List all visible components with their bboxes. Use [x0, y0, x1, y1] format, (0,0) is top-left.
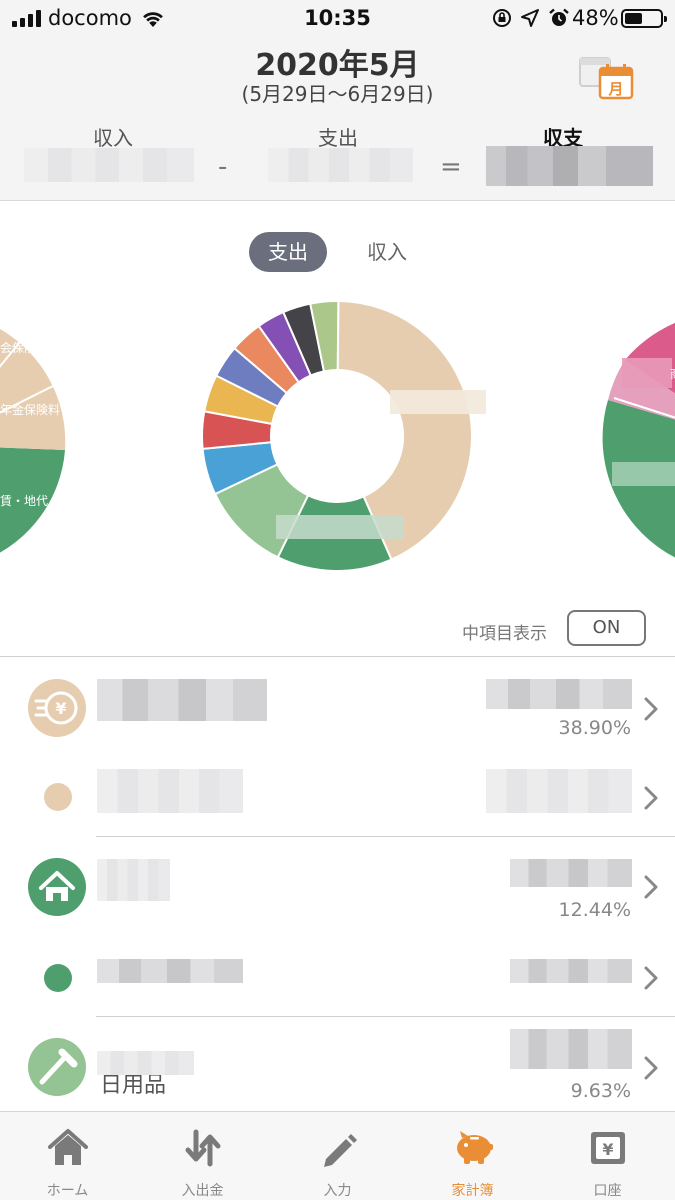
equals-sign: =	[440, 152, 462, 182]
chevron-right-icon	[644, 1056, 658, 1080]
income-amount-redacted	[24, 148, 194, 182]
calendar-month-glyph: 月	[607, 80, 623, 98]
chevron-right-icon	[644, 786, 658, 810]
chevron-right-icon	[644, 697, 658, 721]
list-item[interactable]	[0, 929, 675, 1017]
prev-pie-label-3: 賃・地代	[0, 493, 48, 508]
next-pie-label: 商	[670, 366, 675, 381]
subcategory-name-redacted	[97, 959, 243, 983]
amount-redacted	[510, 859, 632, 887]
category-name-redacted	[97, 1051, 194, 1075]
alarm-icon	[549, 8, 569, 26]
transfer-icon	[185, 1129, 221, 1167]
amount-redacted	[510, 959, 632, 983]
location-icon	[521, 9, 539, 27]
tab-household-label: 家計簿	[451, 1183, 494, 1199]
tab-bar: ホーム 入出金 入力 家計簿 ¥ 口座	[0, 1111, 675, 1200]
svg-text:¥: ¥	[55, 699, 66, 718]
amount-redacted	[510, 1029, 632, 1069]
category-name-redacted	[97, 859, 170, 901]
tab-input[interactable]: 入力	[270, 1112, 405, 1200]
minus-sign: -	[218, 152, 228, 182]
calendar-icon: 月	[579, 57, 634, 100]
balance-amount-redacted	[486, 146, 653, 186]
category-percent: 38.90%	[558, 717, 631, 739]
piggybank-icon	[457, 1131, 493, 1164]
subcategory-toggle-button[interactable]: ON	[567, 610, 646, 646]
chevron-right-icon	[644, 875, 658, 899]
expense-amount-redacted	[268, 148, 413, 182]
money-icon: ¥	[28, 679, 86, 737]
dot-icon	[44, 964, 72, 992]
rotation-lock-icon	[493, 9, 511, 27]
home-icon	[28, 858, 86, 916]
tab-accounts[interactable]: ¥ 口座	[540, 1112, 675, 1200]
summary-header: 2020年5月 (5月29日〜6月29日) 月 収入 支出 収支 - =	[0, 36, 675, 201]
tab-transactions-label: 入出金	[181, 1183, 224, 1199]
subcategory-name-redacted	[97, 769, 243, 813]
home-icon	[48, 1129, 88, 1165]
tab-home-label: ホーム	[46, 1183, 89, 1199]
chart-carousel[interactable]: 会保険 年金保険料 賃・地代 商	[0, 280, 675, 600]
prev-pie-label-2: 年金保険料	[0, 402, 60, 417]
list-item[interactable]	[0, 749, 675, 837]
battery-percent: 48%	[572, 6, 619, 30]
amount-redacted	[486, 769, 632, 813]
donut-label-redacted-2	[276, 515, 404, 539]
battery-icon	[621, 9, 667, 28]
date-range: (5月29日〜6月29日)	[241, 82, 434, 106]
tab-expense[interactable]: 支出	[249, 232, 327, 272]
chart-carousel-svg: 会保険 年金保険料 賃・地代 商	[0, 299, 675, 572]
toothbrush-icon	[28, 1038, 86, 1096]
chevron-right-icon	[644, 966, 658, 990]
category-list: ¥ 38.90% 12.44% 日用品 9.63%	[0, 656, 675, 1102]
next-pie-label-redacted	[622, 358, 672, 388]
tab-household[interactable]: 家計簿	[405, 1112, 540, 1200]
income-label: 収入	[93, 126, 133, 150]
donut-label-redacted-1	[390, 390, 486, 414]
category-percent: 9.63%	[570, 1080, 631, 1102]
prev-pie-beige-slice	[0, 329, 66, 450]
prev-pie-label-1: 会保険	[0, 341, 36, 355]
tab-transactions[interactable]: 入出金	[135, 1112, 270, 1200]
category-name-redacted	[97, 679, 267, 721]
tab-input-label: 入力	[323, 1183, 352, 1199]
dot-icon	[44, 783, 72, 811]
tab-home[interactable]: ホーム	[0, 1112, 135, 1200]
subcategory-toggle-label: 中項目表示	[462, 624, 547, 644]
category-percent: 12.44%	[558, 899, 631, 921]
pencil-icon	[324, 1134, 357, 1167]
svg-text:¥: ¥	[602, 1140, 613, 1159]
status-bar: docomo 10:35 48%	[0, 0, 675, 36]
amount-redacted	[486, 679, 632, 709]
previous-pie-chart: 会保険 年金保険料 賃・地代	[0, 329, 66, 553]
list-item[interactable]: ¥ 38.90%	[0, 657, 675, 749]
tab-accounts-label: 口座	[593, 1183, 622, 1199]
tab-income[interactable]: 収入	[348, 232, 426, 272]
next-pie-chart: 商	[602, 322, 675, 558]
list-item[interactable]: 12.44%	[0, 837, 675, 929]
calendar-switch-button[interactable]: 月	[578, 54, 636, 100]
expense-label: 支出	[318, 126, 358, 150]
wallet-icon: ¥	[591, 1132, 625, 1164]
next-pie-label-redacted-2	[612, 462, 675, 486]
list-item[interactable]: 日用品 9.63%	[0, 1017, 675, 1109]
